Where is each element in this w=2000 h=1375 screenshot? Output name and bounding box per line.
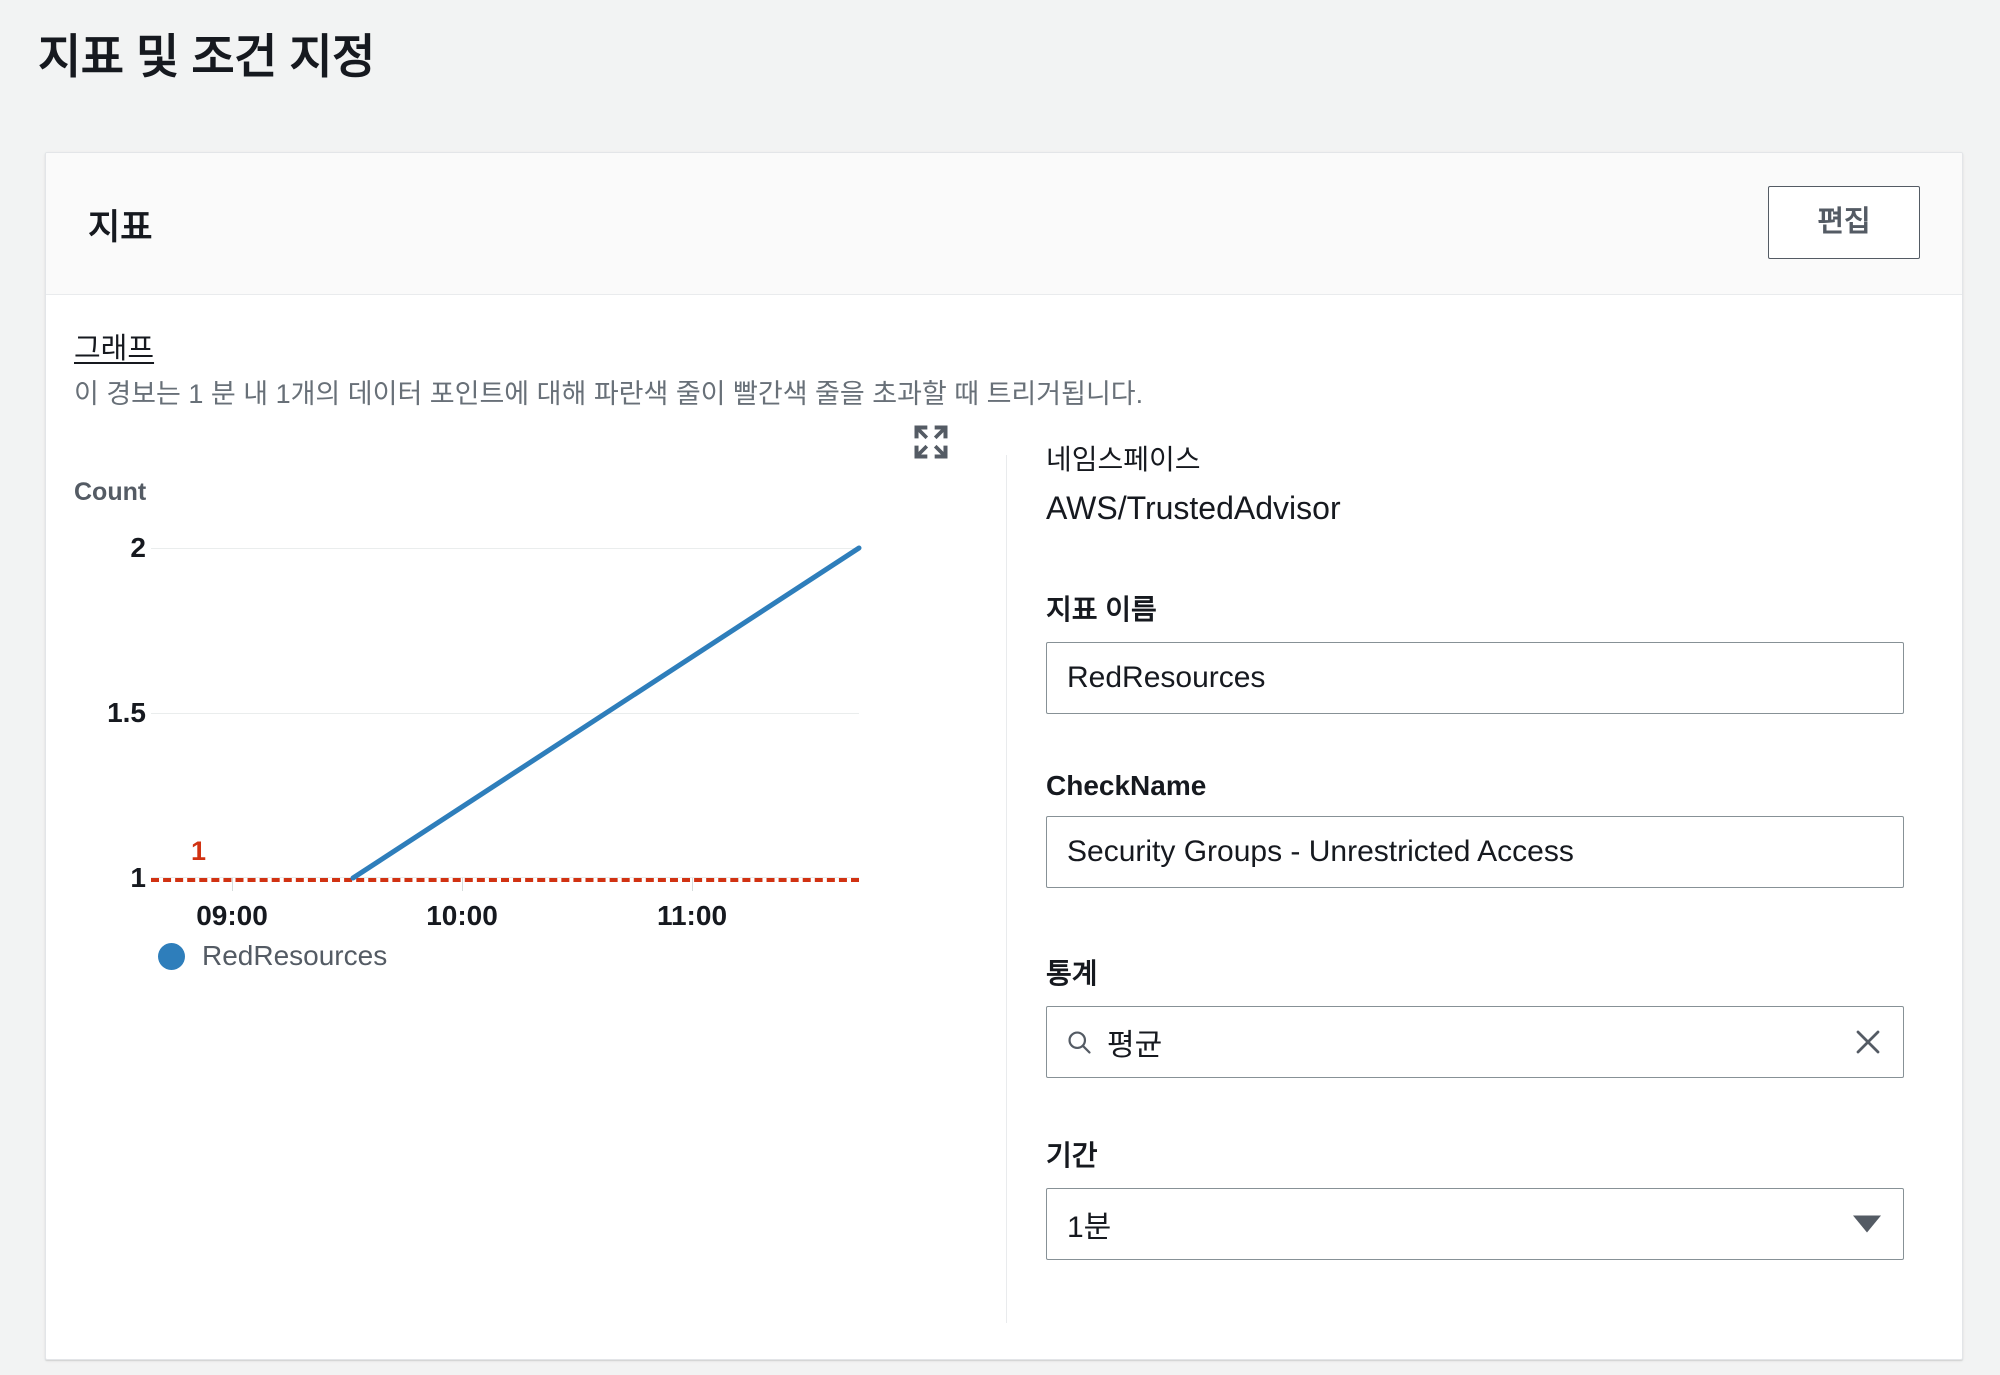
- card-body: 그래프 이 경보는 1 분 내 1개의 데이터 포인트에 대해 파란색 줄이 빨…: [46, 295, 1962, 1359]
- pane-divider: [1006, 455, 1007, 1323]
- card-header: 지표 편집: [46, 153, 1962, 295]
- statistic-label: 통계: [1046, 958, 1098, 989]
- edit-button[interactable]: 편집: [1768, 186, 1920, 259]
- x-tick-mark: [232, 878, 233, 891]
- metric-name-value: RedResources: [1067, 661, 1266, 694]
- graph-description: 이 경보는 1 분 내 1개의 데이터 포인트에 대해 파란색 줄이 빨간색 줄…: [74, 379, 1144, 409]
- check-name-input[interactable]: Security Groups - Unrestricted Access: [1046, 816, 1904, 888]
- x-tick-mark: [692, 878, 693, 891]
- statistic-field: 통계 평균: [1046, 952, 1904, 1078]
- close-icon[interactable]: [1853, 1027, 1883, 1057]
- y-tick-label: 1.5: [107, 697, 146, 728]
- x-tick-label: 10:00: [426, 900, 498, 931]
- chart-legend: RedResources: [158, 940, 387, 972]
- period-label: 기간: [1046, 1140, 1098, 1171]
- period-field: 기간 1분: [1046, 1134, 1904, 1260]
- expand-icon[interactable]: [909, 420, 953, 464]
- metric-chart: Count 2 1.5 1 1 09:00 10:00 11:00 RedRes…: [46, 420, 1006, 1320]
- chart-y-axis-unit: Count: [74, 478, 147, 506]
- period-value: 1분: [1067, 1211, 1112, 1244]
- chevron-down-icon[interactable]: [1853, 1215, 1881, 1233]
- chart-series-redresources: [350, 545, 862, 881]
- x-tick-label: 09:00: [196, 900, 268, 931]
- check-name-field: CheckName Security Groups - Unrestricted…: [1046, 770, 1904, 888]
- search-icon: [1068, 1031, 1091, 1054]
- namespace-label: 네임스페이스: [1046, 444, 1201, 475]
- card-header-title: 지표: [88, 208, 153, 247]
- chart-plot-area: 2 1.5 1 1 09:00 10:00 11:00: [107, 532, 862, 931]
- page-title: 지표 및 조건 지정: [38, 30, 375, 83]
- x-tick-mark: [462, 878, 463, 891]
- y-tick-label: 2: [130, 532, 146, 563]
- statistic-select[interactable]: 평균: [1046, 1006, 1904, 1078]
- expand-icon-glyph: [914, 425, 948, 459]
- legend-item-label[interactable]: RedResources: [202, 940, 387, 972]
- graph-section-heading: 그래프: [74, 333, 155, 365]
- check-name-label: CheckName: [1046, 770, 1207, 801]
- metric-card: 지표 편집 그래프 이 경보는 1 분 내 1개의 데이터 포인트에 대해 파란…: [45, 152, 1963, 1360]
- check-name-value: Security Groups - Unrestricted Access: [1067, 835, 1574, 868]
- metric-name-label: 지표 이름: [1046, 594, 1157, 625]
- y-tick-label: 1: [130, 862, 146, 893]
- legend-color-swatch: [158, 942, 185, 970]
- metric-name-input[interactable]: RedResources: [1046, 642, 1904, 714]
- namespace-value: AWS/TrustedAdvisor: [1046, 490, 1341, 526]
- statistic-value: 평균: [1107, 1029, 1163, 1062]
- alarm-metric-page: 지표 및 조건 지정 지표 편집 그래프 이 경보는 1 분 내 1개의 데이터…: [0, 0, 2000, 1375]
- metric-name-field: 지표 이름 RedResources: [1046, 588, 1904, 714]
- period-select[interactable]: 1분: [1046, 1188, 1904, 1260]
- x-tick-label: 11:00: [656, 900, 728, 931]
- alarm-threshold-line: [151, 878, 859, 882]
